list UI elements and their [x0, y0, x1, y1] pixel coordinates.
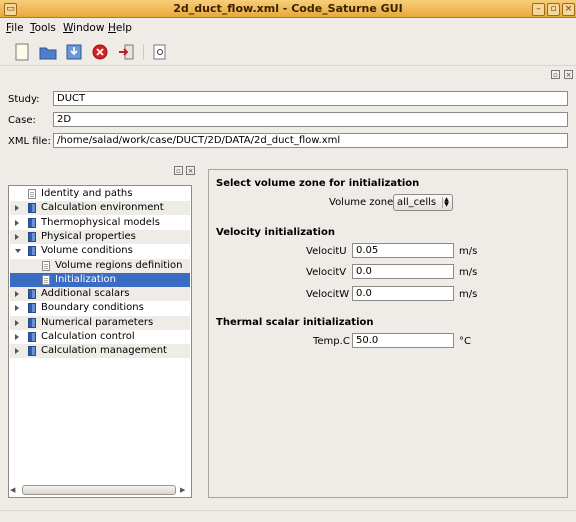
study-label: Study:: [8, 94, 40, 105]
tree-item-label: Volume conditions: [41, 245, 133, 257]
minimize-button[interactable]: –: [532, 3, 545, 16]
tree-item-label: Numerical parameters: [41, 316, 154, 328]
tree-item-label: Calculation environment: [41, 202, 164, 214]
tree-dock-float-icon[interactable]: ▫: [174, 166, 183, 175]
velocity-section-title: Velocity initialization: [216, 227, 335, 238]
tree-item[interactable]: Calculation control: [10, 330, 190, 344]
temperature-unit: °C: [459, 336, 471, 347]
tree-item[interactable]: Calculation environment: [10, 201, 190, 216]
tree-item-label: Additional scalars: [41, 288, 130, 300]
velocity-v-input[interactable]: 0.0: [352, 264, 454, 279]
preview-icon[interactable]: [150, 42, 170, 62]
folder-book-icon: [28, 346, 36, 357]
tree-item[interactable]: Boundary conditions: [10, 301, 190, 315]
tree-item-label: Identity and paths: [41, 188, 133, 199]
menu-bar: File Tools Window Help: [0, 19, 576, 37]
scroll-right-icon[interactable]: ▶: [180, 486, 188, 495]
tree-item[interactable]: Thermophysical models: [10, 216, 190, 230]
tree-item-label: Calculation control: [41, 331, 135, 342]
tree-item[interactable]: Calculation management: [10, 344, 190, 359]
volume-zone-select[interactable]: all_cells ▲ ▼: [393, 194, 453, 211]
collapsed-arrow-icon[interactable]: [15, 305, 19, 312]
velocity-u-label: VelocitU: [306, 246, 347, 257]
velocity-v-label: VelocitV: [306, 267, 347, 278]
window-title: 2d_duct_flow.xml - Code_Saturne GUI: [173, 2, 403, 15]
page-icon: [42, 260, 50, 271]
tree-dock-close-icon[interactable]: ×: [186, 166, 195, 175]
collapsed-arrow-icon[interactable]: [15, 319, 19, 326]
toolbar: [0, 38, 576, 66]
maximize-button[interactable]: ▫: [547, 3, 560, 16]
collapsed-arrow-icon[interactable]: [15, 233, 19, 240]
velocity-u-input[interactable]: 0.05: [352, 243, 454, 258]
tree-item-label: Initialization: [55, 273, 116, 285]
tree-horizontal-scrollbar[interactable]: ◀ ▶: [10, 485, 188, 496]
navigation-tree: Identity and paths Calculation environmen…: [8, 185, 192, 498]
page-icon: [42, 274, 50, 285]
scroll-left-icon[interactable]: ◀: [10, 486, 18, 495]
tree-item-label: Thermophysical models: [41, 216, 160, 228]
page-icon: [28, 189, 36, 199]
case-field[interactable]: 2D: [53, 112, 568, 127]
folder-book-icon: [28, 246, 36, 257]
tree-item[interactable]: Initialization: [10, 272, 190, 287]
volume-zone-value: all_cells: [397, 197, 437, 208]
title-bar: ▭ 2d_duct_flow.xml - Code_Saturne GUI – …: [0, 0, 576, 18]
folder-book-icon: [28, 203, 36, 214]
dock-close-icon[interactable]: ×: [564, 70, 573, 79]
menu-help[interactable]: Help: [108, 22, 132, 34]
tree-item[interactable]: Numerical parameters: [10, 315, 190, 330]
case-label: Case:: [8, 115, 36, 126]
tree-item-label: Calculation management: [41, 345, 167, 357]
thermal-section-title: Thermal scalar initialization: [216, 317, 374, 328]
menu-window[interactable]: Window: [63, 22, 104, 34]
expanded-arrow-icon[interactable]: [15, 249, 21, 254]
save-icon[interactable]: [64, 42, 84, 62]
menu-file[interactable]: File: [6, 22, 24, 34]
tree-item-label: Boundary conditions: [41, 302, 144, 314]
tree-item-label: Volume regions definition: [55, 259, 183, 271]
folder-book-icon: [28, 289, 36, 300]
volume-zone-label: Volume zone: [329, 197, 394, 208]
xml-file-field[interactable]: /home/salad/work/case/DUCT/2D/DATA/2d_du…: [53, 133, 568, 148]
temperature-label: Temp.C: [313, 336, 350, 347]
open-folder-icon[interactable]: [38, 42, 58, 62]
new-file-icon[interactable]: [12, 42, 32, 62]
velocity-w-input[interactable]: 0.0: [352, 286, 454, 301]
combo-arrows-icon: ▲ ▼: [442, 197, 450, 208]
status-bar: [0, 510, 576, 522]
velocity-v-unit: m/s: [459, 267, 478, 278]
tree-item[interactable]: Physical properties: [10, 229, 190, 244]
tree-item[interactable]: Volume conditions: [10, 244, 190, 258]
velocity-u-unit: m/s: [459, 246, 478, 257]
folder-book-icon: [28, 317, 36, 328]
zone-section-title: Select volume zone for initialization: [216, 178, 420, 189]
collapsed-arrow-icon[interactable]: [15, 205, 19, 212]
tree-item[interactable]: Volume regions definition: [10, 258, 190, 273]
toolbar-separator: [143, 44, 144, 60]
tree-item-label: Physical properties: [41, 230, 136, 242]
folder-book-icon: [28, 217, 36, 228]
scroll-thumb[interactable]: [22, 485, 176, 495]
collapsed-arrow-icon[interactable]: [15, 219, 19, 226]
velocity-w-label: VelocitW: [306, 289, 350, 300]
quit-icon[interactable]: [116, 42, 136, 62]
folder-book-icon: [28, 231, 36, 242]
close-window-button[interactable]: ×: [562, 3, 575, 16]
collapsed-arrow-icon[interactable]: [15, 334, 19, 340]
collapsed-arrow-icon[interactable]: [15, 348, 19, 355]
dock-float-icon[interactable]: ▫: [551, 70, 560, 79]
temperature-input[interactable]: 50.0: [352, 333, 454, 348]
velocity-w-unit: m/s: [459, 289, 478, 300]
xml-file-label: XML file:: [8, 136, 51, 147]
folder-book-icon: [28, 332, 36, 342]
close-icon[interactable]: [90, 42, 110, 62]
collapsed-arrow-icon[interactable]: [15, 291, 19, 298]
study-field[interactable]: DUCT: [53, 91, 568, 106]
tree-item[interactable]: Additional scalars: [10, 287, 190, 302]
tree-item[interactable]: Identity and paths: [10, 187, 190, 201]
folder-book-icon: [28, 303, 36, 314]
menu-tools[interactable]: Tools: [30, 22, 56, 34]
